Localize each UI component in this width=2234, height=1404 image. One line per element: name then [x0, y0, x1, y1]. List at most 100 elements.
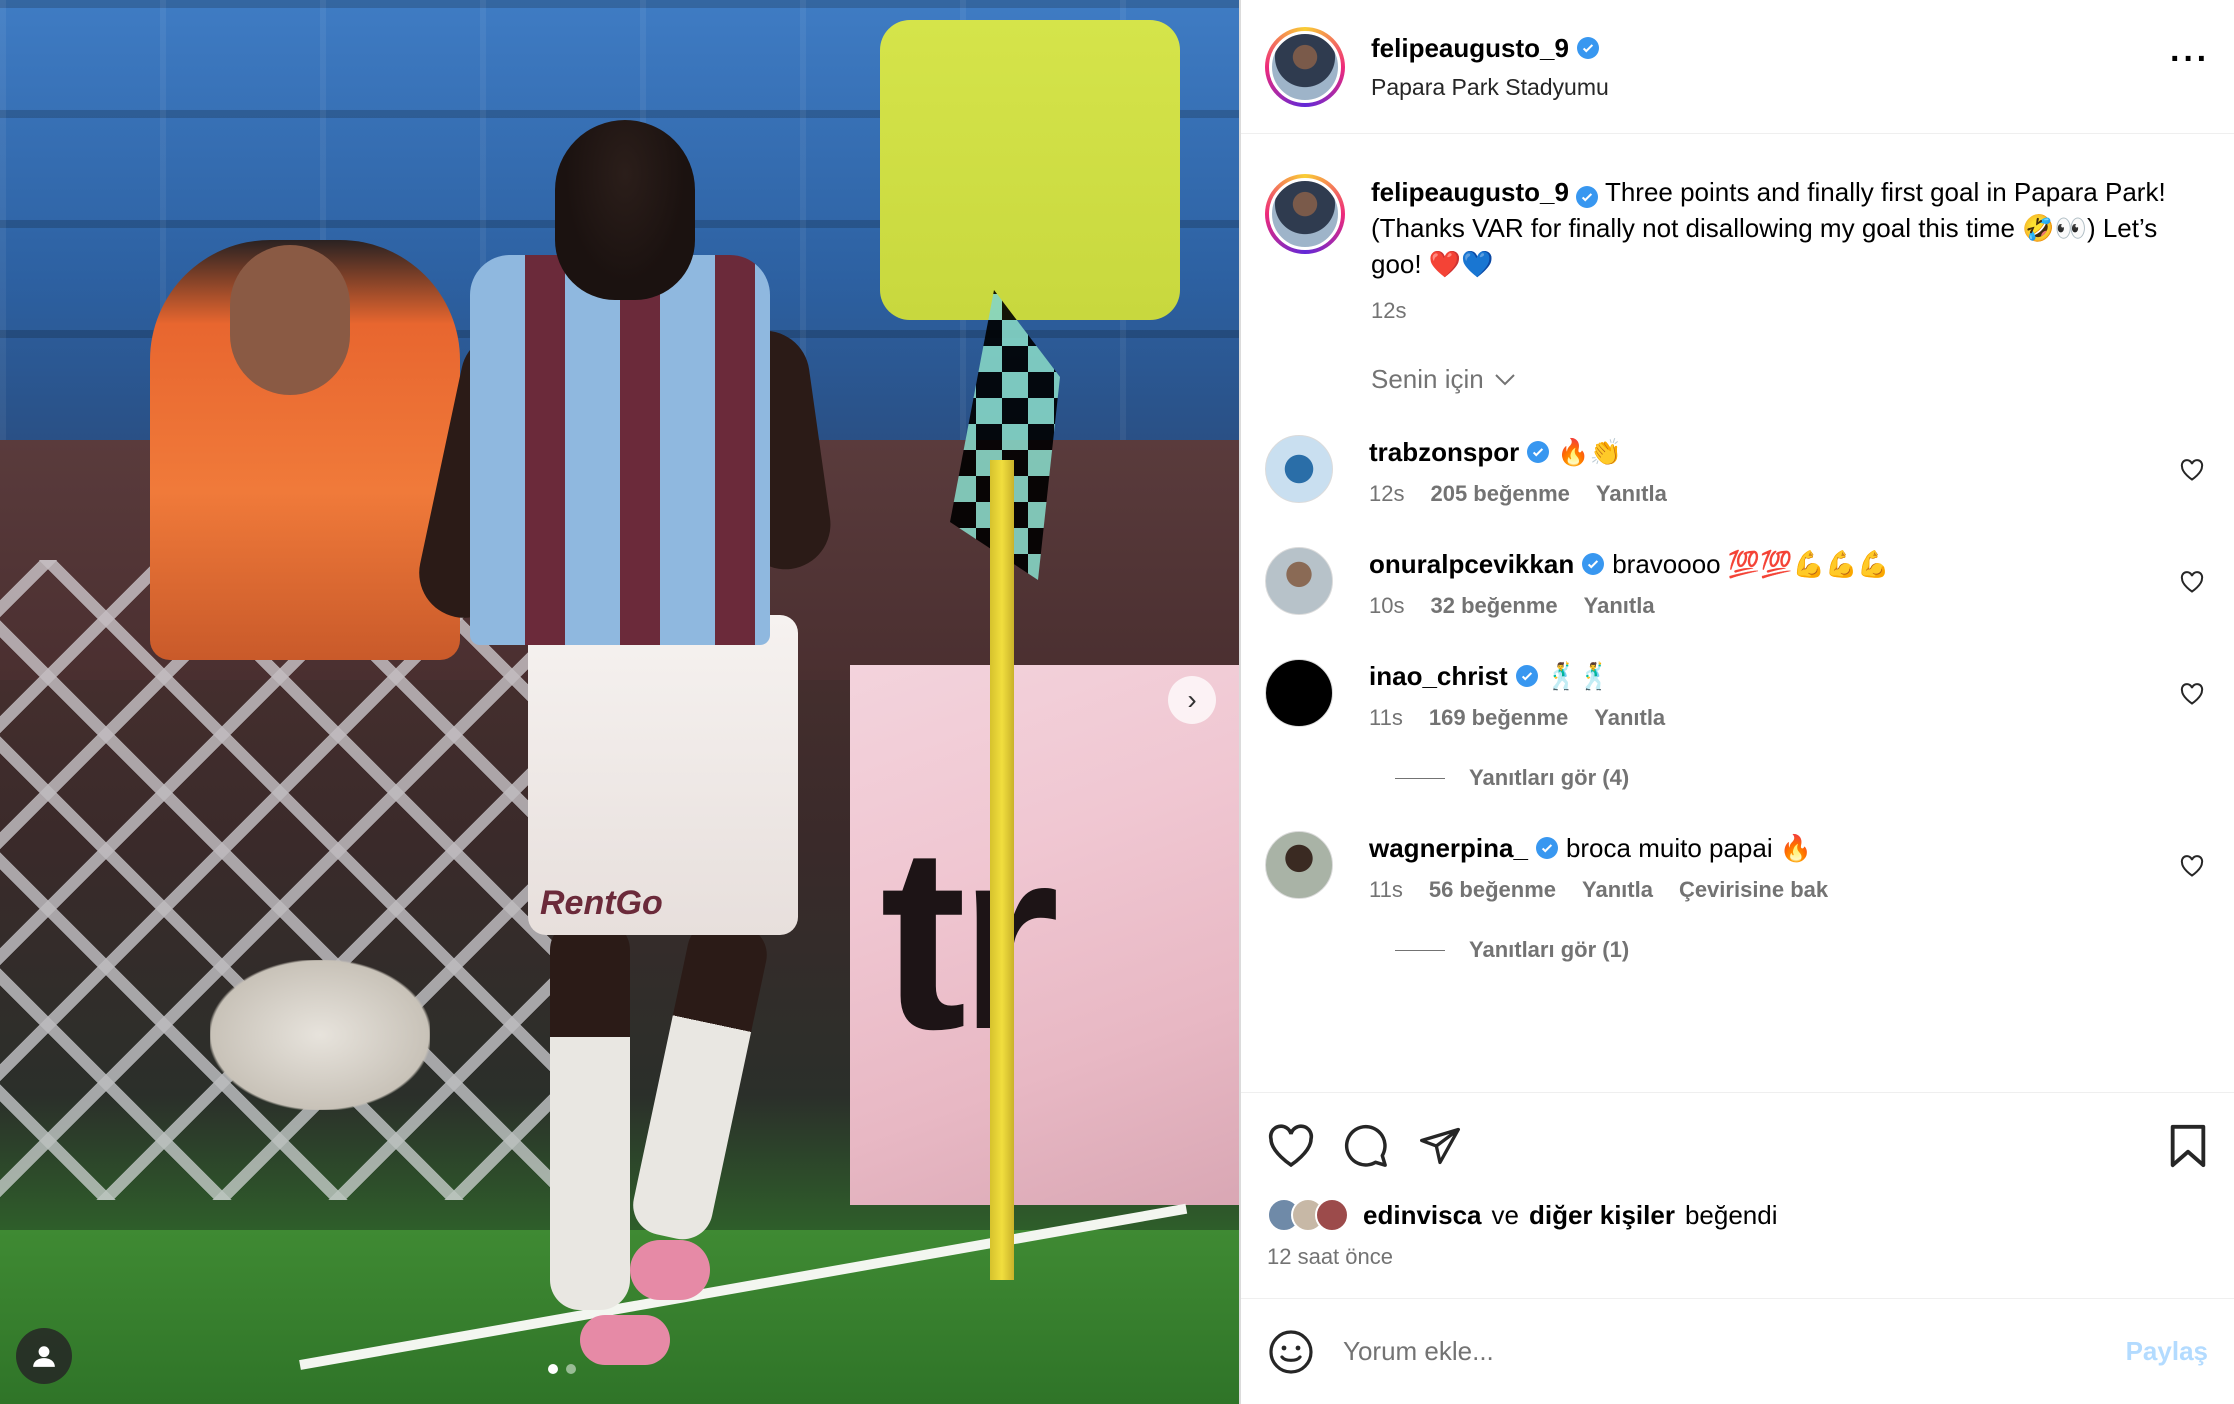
comment-like-button[interactable] [2180, 855, 2210, 882]
likes-summary: edinvisca ve diğer kişiler beğendi 12 sa… [1241, 1198, 2234, 1270]
commenter-username[interactable]: trabzonspor [1369, 435, 1519, 469]
sort-label: Senin için [1371, 364, 1484, 394]
shorts-sponsor-text: RentGo [540, 884, 663, 922]
view-replies-button[interactable]: Yanıtları gör (1) [1395, 937, 2210, 963]
commenter-avatar[interactable] [1265, 659, 1333, 727]
other-likers-link[interactable]: diğer kişiler [1529, 1200, 1675, 1231]
commenter-username[interactable]: onuralpcevikkan [1369, 547, 1574, 581]
tagged-users-button[interactable] [16, 1328, 72, 1384]
reply-button[interactable]: Yanıtla [1596, 481, 1667, 507]
comment-like-button[interactable] [2180, 683, 2210, 710]
comment-time: 11s [1369, 877, 1403, 902]
comment-item: trabzonspor 🔥👏 12s 205 beğenme Yanıtla [1265, 435, 2210, 507]
comment-item: onuralpcevikkan bravoooo 💯💯💪💪💪 10s 32 be… [1265, 547, 2210, 619]
more-options-button[interactable]: ··· [2170, 40, 2210, 93]
comment-time: 10s [1369, 593, 1405, 618]
liker-username[interactable]: edinvisca [1363, 1200, 1482, 1231]
heart-icon [2180, 683, 2204, 705]
commenter-username[interactable]: wagnerpina_ [1369, 831, 1528, 865]
replies-divider [1395, 949, 1445, 951]
emoji-button[interactable] [1267, 1328, 1315, 1376]
reply-button[interactable]: Yanıtla [1584, 593, 1655, 619]
comment-item: wagnerpina_ broca muito papai 🔥 11s 56 b… [1265, 831, 2210, 903]
commenter-avatar[interactable] [1265, 831, 1333, 899]
comment-item: inao_christ 🕺🕺 11s 169 beğenme Yanıtla [1265, 659, 2210, 731]
see-translation-button[interactable]: Çevirisine bak [1679, 877, 1828, 903]
comment-likes[interactable]: 32 beğenme [1430, 593, 1557, 619]
player-head [555, 120, 695, 300]
verified-badge-icon [1527, 441, 1550, 463]
comment-text: 🔥👏 [1557, 437, 1622, 467]
comment-icon [1344, 1124, 1387, 1167]
verified-badge-icon [1582, 553, 1605, 575]
comments-section[interactable]: felipeaugusto_9 Three points and finally… [1241, 134, 2234, 1092]
post-timestamp[interactable]: 12 saat önce [1267, 1244, 2208, 1270]
background-person [880, 20, 1180, 320]
steward-head [230, 245, 350, 395]
player-leg-right [627, 915, 773, 1245]
send-icon [1420, 1127, 1460, 1164]
verified-badge-icon [1576, 186, 1599, 208]
emoji-icon [1269, 1329, 1313, 1374]
comment-button[interactable] [1343, 1123, 1389, 1169]
verified-badge-icon [1515, 665, 1538, 687]
caption-username[interactable]: felipeaugusto_9 [1371, 177, 1569, 207]
comment-like-button[interactable] [2180, 571, 2210, 598]
carousel-indicator [548, 1364, 576, 1374]
reply-button[interactable]: Yanıtla [1582, 877, 1653, 903]
view-replies-button[interactable]: Yanıtları gör (4) [1395, 765, 2210, 791]
corner-flag-pole [990, 460, 1014, 1280]
heart-icon [2180, 855, 2204, 877]
author-avatar[interactable] [1265, 26, 1345, 107]
author-username[interactable]: felipeaugusto_9 [1371, 33, 1569, 64]
share-button[interactable] [1417, 1124, 1463, 1168]
heart-icon [2180, 459, 2204, 481]
heart-icon [2180, 571, 2204, 593]
next-slide-button[interactable]: › [1168, 676, 1216, 724]
comment-input[interactable] [1343, 1336, 2126, 1367]
comment-likes[interactable]: 169 beğenme [1429, 705, 1568, 731]
user-icon [33, 1346, 55, 1367]
comment-sort-dropdown[interactable]: Senin için [1371, 364, 2210, 395]
comment-composer: Paylaş [1241, 1298, 2234, 1404]
verified-badge-icon [1576, 37, 1599, 59]
post-location[interactable]: Papara Park Stadyumu [1371, 74, 1609, 101]
player-leg-left [550, 920, 630, 1310]
liker-avatar [1315, 1198, 1349, 1232]
replies-divider [1395, 777, 1445, 779]
post-comment-button[interactable]: Paylaş [2126, 1336, 2208, 1367]
player-boot-left [580, 1315, 670, 1365]
carousel-dot [566, 1364, 576, 1374]
comment-text: broca muito papai 🔥 [1565, 833, 1813, 863]
board-text: tr [880, 794, 1060, 1084]
comment-time: 12s [1369, 481, 1405, 506]
post-photo[interactable]: tr RentGo › [0, 0, 1239, 1404]
player-boot-right [630, 1240, 710, 1300]
reply-button[interactable]: Yanıtla [1594, 705, 1665, 731]
comment-likes[interactable]: 56 beğenme [1429, 877, 1556, 903]
chevron-down-icon [1495, 373, 1515, 385]
author-avatar[interactable] [1265, 174, 1345, 254]
commenter-username[interactable]: inao_christ [1369, 659, 1508, 693]
post-caption: felipeaugusto_9 Three points and finally… [1265, 174, 2210, 324]
commenter-avatar[interactable] [1265, 547, 1333, 615]
view-replies-label: Yanıtları gör (1) [1469, 937, 1630, 962]
post-header: felipeaugusto_9 Papara Park Stadyumu ··· [1241, 0, 2234, 134]
comment-likes[interactable]: 205 beğenme [1430, 481, 1569, 507]
bookmark-icon [2170, 1124, 2206, 1167]
commenter-avatar[interactable] [1265, 435, 1333, 503]
post-side-panel: felipeaugusto_9 Papara Park Stadyumu ···… [1239, 0, 2234, 1404]
comment-like-button[interactable] [2180, 459, 2210, 486]
comment-text: 🕺🕺 [1545, 661, 1611, 691]
heart-icon [1268, 1123, 1314, 1167]
save-button[interactable] [2168, 1123, 2208, 1169]
comment-time: 11s [1369, 705, 1403, 730]
likes-joiner: ve [1491, 1199, 1519, 1230]
like-button[interactable] [1267, 1123, 1315, 1168]
comment-text: bravoooo 💯💯💪💪💪 [1612, 549, 1890, 579]
verified-badge-icon [1535, 837, 1558, 859]
caption-time: 12s [1371, 298, 1407, 323]
carousel-dot [548, 1364, 558, 1374]
post-actions-bar [1241, 1092, 2234, 1198]
liker-avatars[interactable] [1267, 1198, 1349, 1232]
